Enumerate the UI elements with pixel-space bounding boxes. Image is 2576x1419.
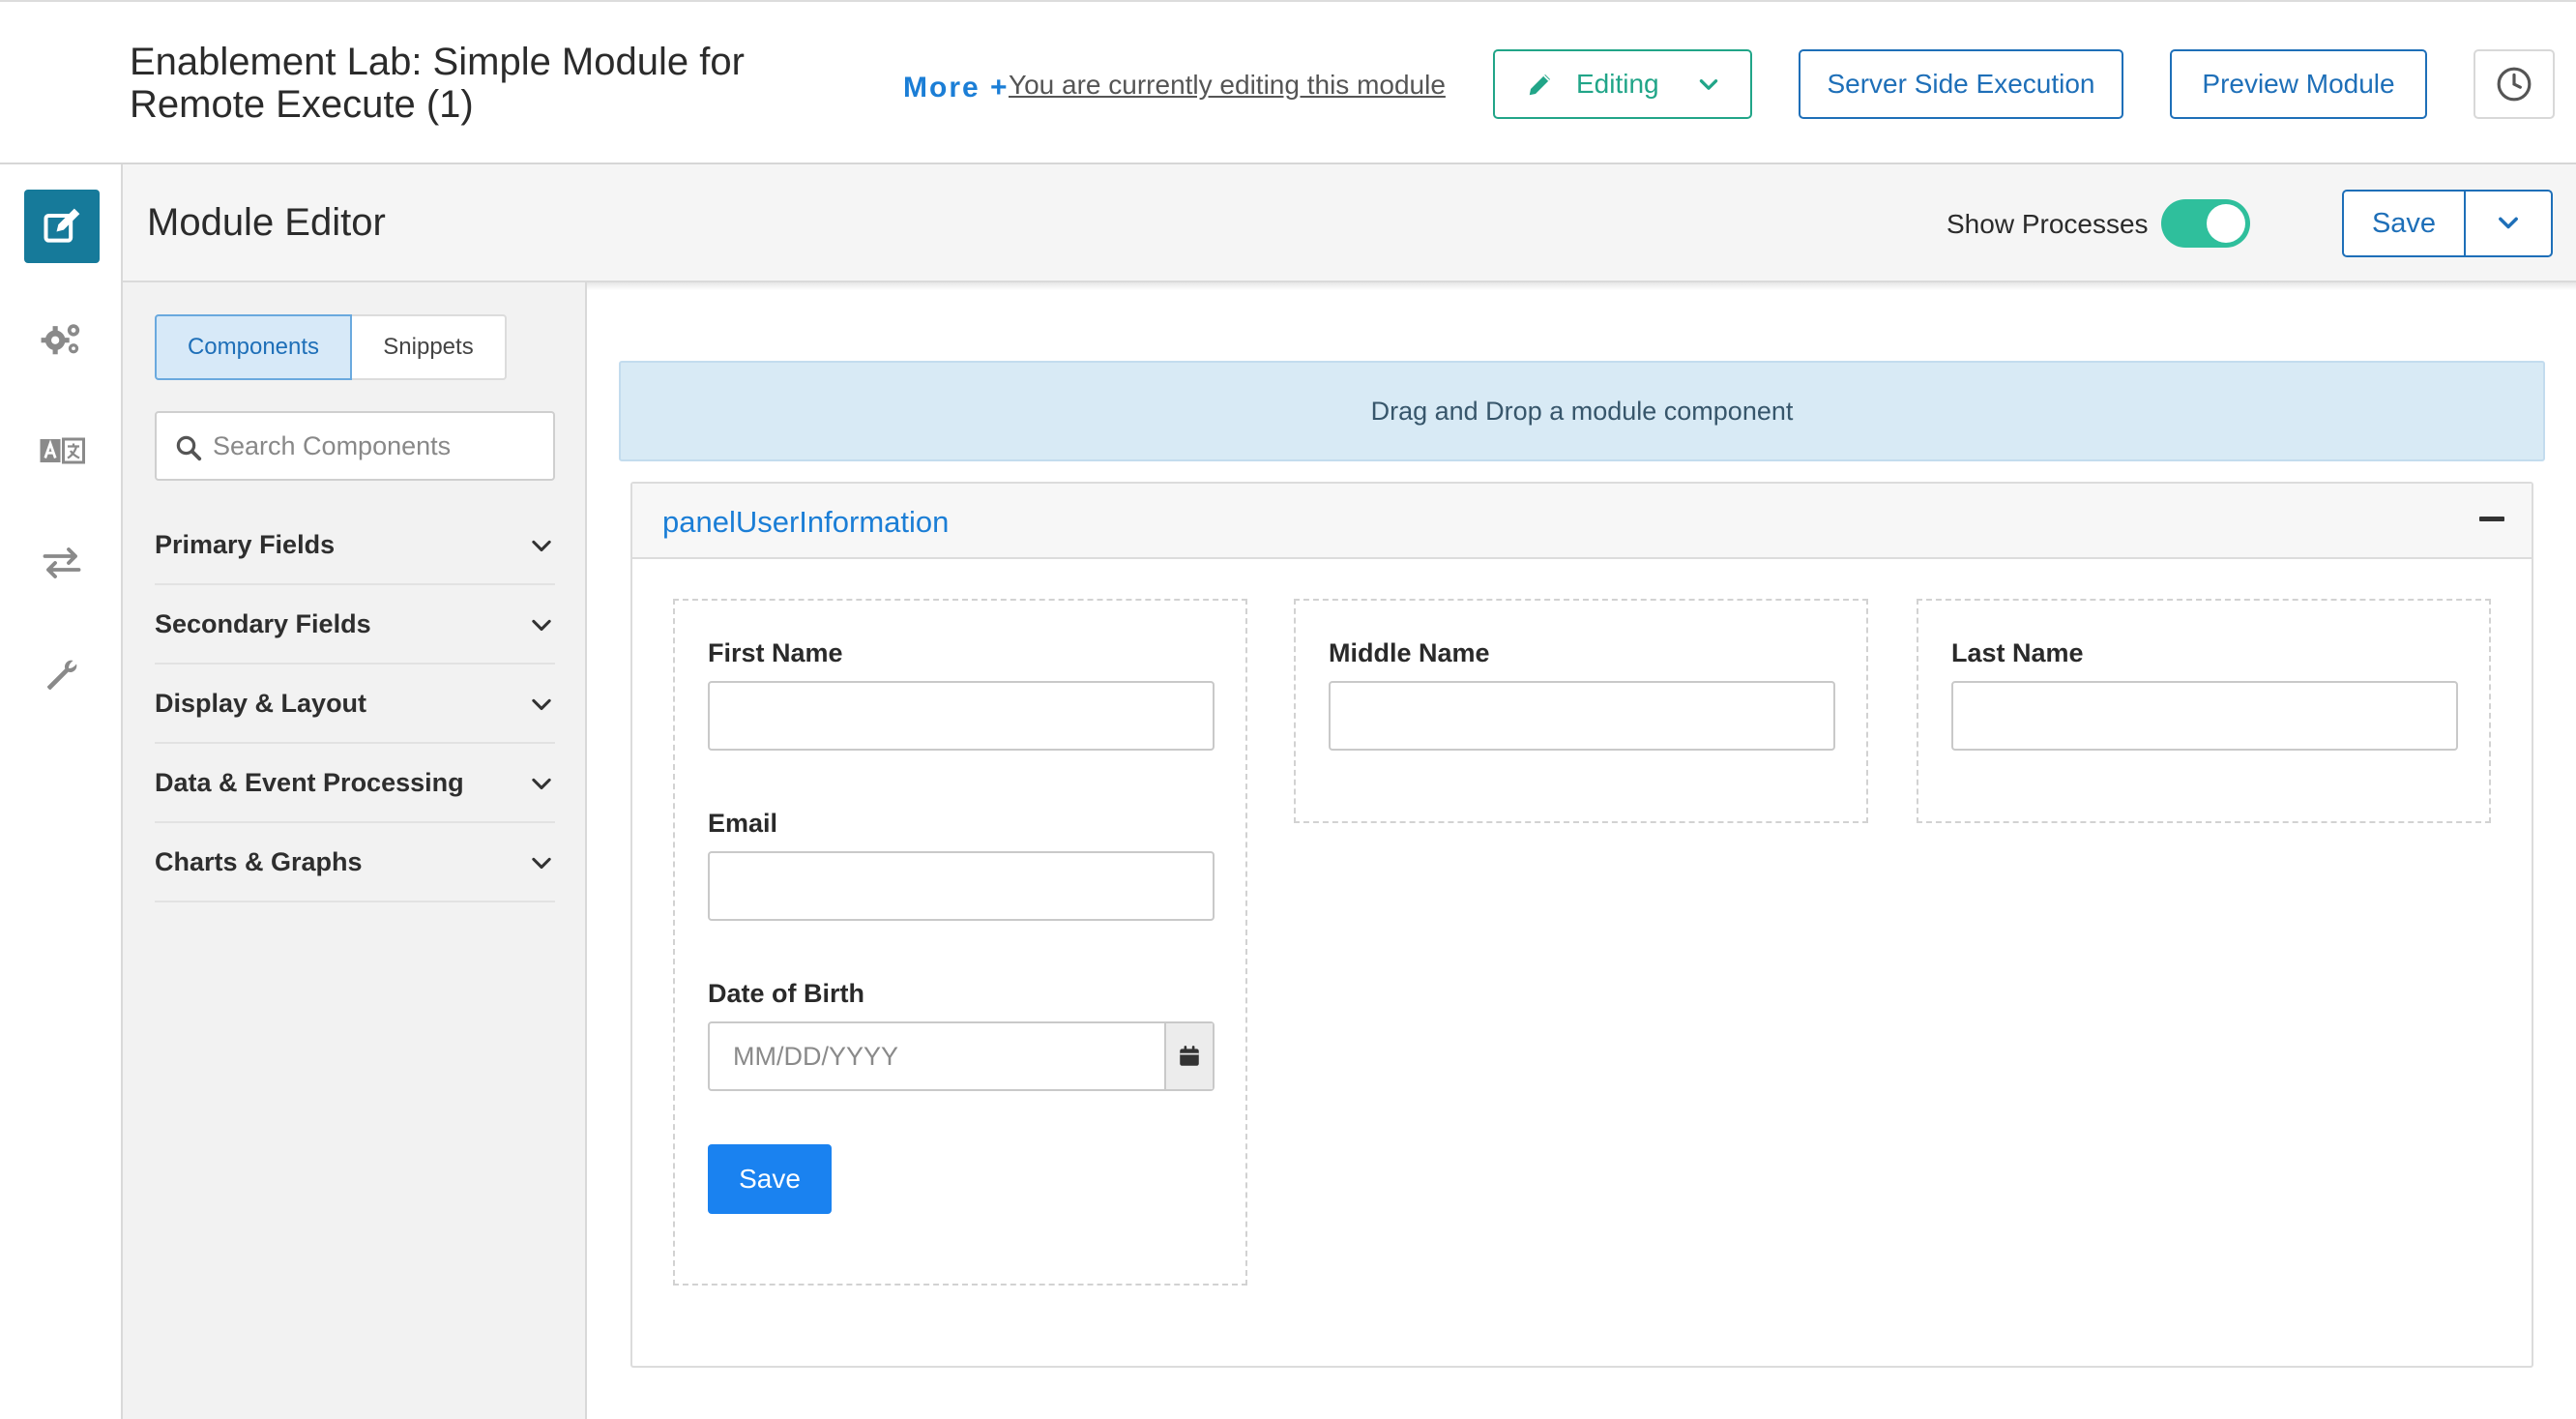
middle-name-label: Middle Name [1329, 638, 1490, 667]
sidebar-tab-switch: Components Snippets [155, 314, 507, 380]
chevron-down-icon [532, 857, 551, 870]
chevron-down-icon [532, 619, 551, 632]
first-name-input[interactable] [710, 683, 1213, 749]
editing-status-link[interactable]: You are currently editing this module [1009, 70, 1446, 101]
rail-item-integrations[interactable] [24, 526, 100, 600]
server-side-execution-button[interactable]: Server Side Execution [1799, 49, 2123, 119]
show-processes-label: Show Processes [1947, 209, 2149, 239]
date-of-birth-label: Date of Birth [708, 979, 864, 1008]
panel-header[interactable]: panelUserInformation [632, 484, 2532, 559]
app-title: Enablement Lab: Simple Module for Remote… [130, 41, 745, 126]
history-button[interactable] [2474, 49, 2555, 119]
date-of-birth-input[interactable] [710, 1023, 1164, 1089]
accordion-label: Data & Event Processing [155, 767, 464, 797]
component-dropzone[interactable]: Drag and Drop a module component [619, 361, 2545, 461]
chevron-down-icon [532, 540, 551, 552]
search-components-input[interactable] [213, 421, 542, 471]
rail-item-settings[interactable] [24, 302, 100, 375]
canvas-top-shadow [587, 282, 2576, 290]
accordion-label: Charts & Graphs [155, 846, 363, 876]
show-processes-toggle[interactable] [2161, 199, 2250, 248]
middle-name-field [1329, 681, 1835, 751]
editing-mode-label: Editing [1576, 69, 1659, 99]
panel-title: panelUserInformation [662, 505, 950, 539]
module-editor-header: Module Editor Show Processes Save [123, 164, 2576, 282]
save-button-group: Save [2342, 190, 2553, 257]
last-name-field [1951, 681, 2458, 751]
tab-snippets[interactable]: Snippets [352, 314, 507, 380]
clock-icon [2497, 67, 2532, 102]
edit-icon [44, 208, 80, 243]
calendar-button[interactable] [1164, 1023, 1213, 1089]
accordion-primary-fields[interactable]: Primary Fields [155, 506, 555, 585]
accordion-data-event-processing[interactable]: Data & Event Processing [155, 744, 555, 823]
wrench-icon [46, 660, 77, 691]
preview-module-button[interactable]: Preview Module [2170, 49, 2427, 119]
accordion-label: Display & Layout [155, 688, 367, 718]
calendar-icon [1180, 1046, 1199, 1066]
first-name-field [708, 681, 1215, 751]
middle-name-input[interactable] [1331, 683, 1833, 749]
accordion-label: Secondary Fields [155, 608, 371, 638]
rail-item-module-editor[interactable] [24, 190, 100, 263]
components-sidebar: Components Snippets Primary Fields Secon… [123, 282, 587, 1419]
last-name-input[interactable] [1953, 683, 2456, 749]
save-options-dropdown[interactable] [2466, 192, 2551, 255]
chevron-down-icon [532, 698, 551, 711]
chevron-down-icon [532, 778, 551, 790]
rail-item-tools[interactable] [24, 638, 100, 712]
arrows-exchange-icon [43, 547, 81, 578]
accordion-secondary-fields[interactable]: Secondary Fields [155, 585, 555, 665]
email-field [708, 851, 1215, 921]
last-name-label: Last Name [1951, 638, 2084, 667]
toggle-knob [2207, 204, 2245, 243]
chevron-down-icon [1699, 79, 1718, 90]
minus-icon[interactable] [2479, 517, 2504, 521]
rail-item-localization[interactable] [24, 414, 100, 488]
email-input[interactable] [710, 853, 1213, 919]
search-icon [176, 435, 202, 461]
save-module-button[interactable]: Save [2344, 192, 2466, 255]
tab-components[interactable]: Components [155, 314, 352, 380]
form-save-button[interactable]: Save [708, 1144, 832, 1214]
editing-mode-dropdown[interactable]: Editing [1493, 49, 1752, 119]
left-icon-rail [0, 164, 123, 1419]
translate-icon [40, 437, 85, 464]
gears-icon [41, 324, 80, 355]
top-header: Enablement Lab: Simple Module for Remote… [0, 0, 2576, 164]
module-editor-title: Module Editor [147, 201, 386, 244]
accordion-display-layout[interactable]: Display & Layout [155, 665, 555, 744]
pencil-icon [1529, 74, 1550, 96]
search-components-field [155, 411, 555, 481]
email-label: Email [708, 809, 778, 838]
date-of-birth-field [708, 1021, 1215, 1091]
accordion-label: Primary Fields [155, 529, 336, 559]
more-link[interactable]: More + [903, 72, 1010, 104]
first-name-label: First Name [708, 638, 843, 667]
chevron-down-icon [2499, 217, 2518, 229]
accordion-charts-graphs[interactable]: Charts & Graphs [155, 823, 555, 902]
